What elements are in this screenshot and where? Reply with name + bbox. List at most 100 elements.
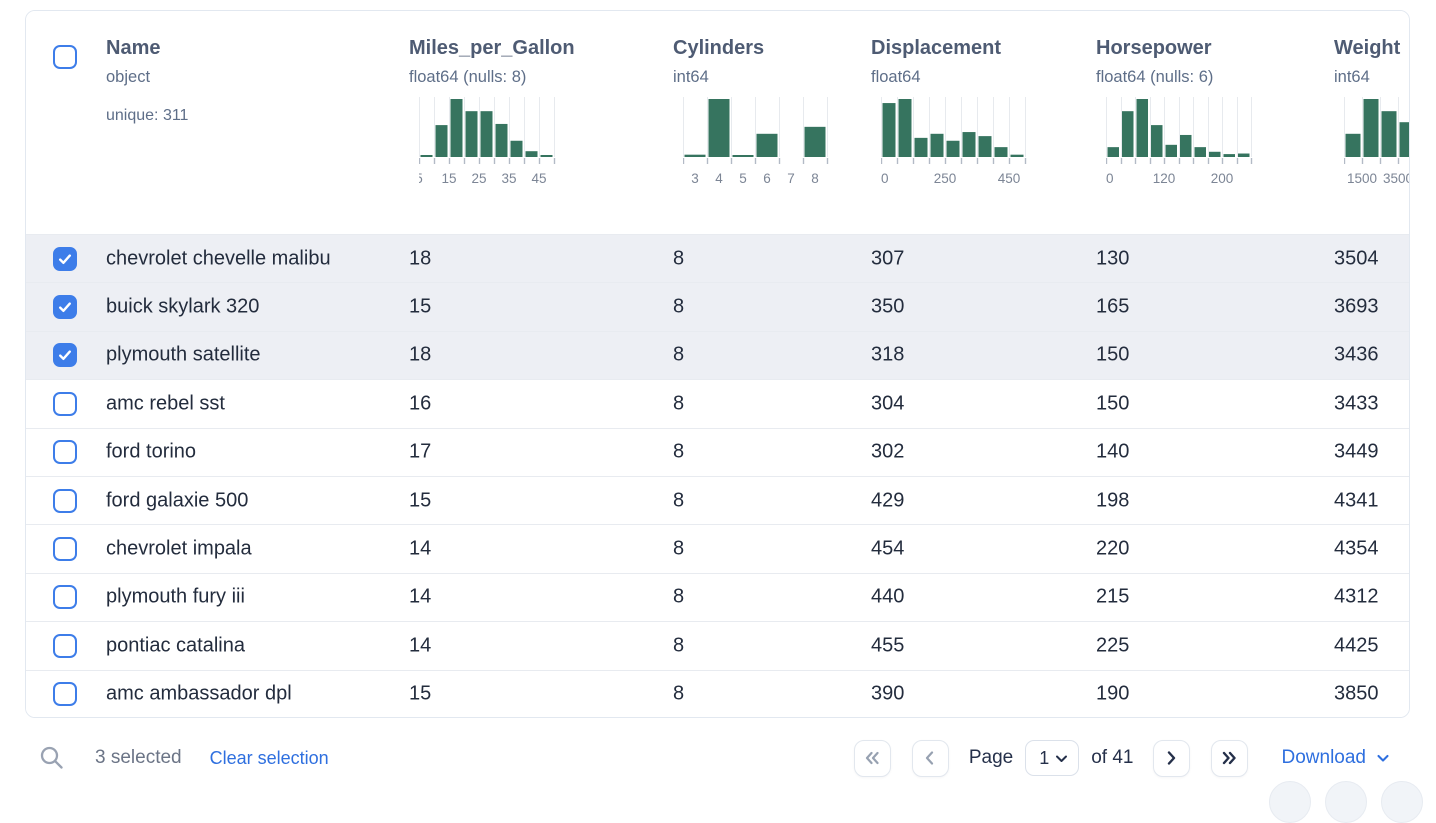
page-select[interactable]: 1 <box>1025 740 1079 776</box>
svg-text:6: 6 <box>763 171 771 186</box>
row-checkbox[interactable] <box>53 440 77 464</box>
cell-Cylinders: 8 <box>673 247 684 270</box>
next-page-button[interactable] <box>1153 740 1190 777</box>
clear-selection-link[interactable]: Clear selection <box>210 748 329 769</box>
row-checkbox[interactable] <box>53 634 77 658</box>
column-unique-count: unique: 311 <box>106 105 188 127</box>
svg-text:40: 40 <box>1106 171 1114 186</box>
svg-text:45: 45 <box>531 171 546 186</box>
histogram-Miles_per_Gallon[interactable]: 515253545 <box>419 97 556 191</box>
cell-Cylinders: 8 <box>673 441 684 464</box>
cell-Cylinders: 8 <box>673 489 684 512</box>
cell-Displacement: 350 <box>871 296 904 319</box>
column-dtype: object <box>106 65 188 89</box>
cell-Displacement: 440 <box>871 586 904 609</box>
search-icon <box>39 745 65 771</box>
cell-Weight: 3433 <box>1334 392 1379 415</box>
column-header-Weight: Weightint6415003500 <box>1334 35 1410 191</box>
row-checkbox[interactable] <box>53 343 77 367</box>
histogram-Weight[interactable]: 15003500 <box>1344 97 1410 191</box>
svg-text:3500: 3500 <box>1383 171 1410 186</box>
cell-Horsepower: 225 <box>1096 634 1129 657</box>
histogram-Horsepower[interactable]: 40120200 <box>1106 97 1253 191</box>
download-label: Download <box>1282 747 1367 769</box>
cell-Name: plymouth fury iii <box>106 586 245 609</box>
cell-Cylinders: 8 <box>673 683 684 706</box>
svg-text:50: 50 <box>881 171 889 186</box>
histogram-Displacement[interactable]: 50250450 <box>881 97 1027 191</box>
row-checkbox[interactable] <box>53 682 77 706</box>
chevron-down-icon <box>1375 750 1391 766</box>
histogram-Cylinders[interactable]: 345678 <box>683 97 829 191</box>
svg-text:25: 25 <box>471 171 486 186</box>
cell-Weight: 4354 <box>1334 538 1379 561</box>
chevron-right-icon <box>1161 748 1181 768</box>
pagination: Page 1 of 41 Download <box>854 740 1410 777</box>
page-total-label: of 41 <box>1091 747 1133 769</box>
cell-Cylinders: 8 <box>673 296 684 319</box>
cell-Weight: 4341 <box>1334 489 1379 512</box>
page-label: Page <box>969 747 1013 769</box>
cell-Horsepower: 220 <box>1096 538 1129 561</box>
cell-Name: amc rebel sst <box>106 392 225 415</box>
cell-Weight: 3850 <box>1334 683 1379 706</box>
cell-Displacement: 318 <box>871 344 904 367</box>
cell-Miles_per_Gallon: 14 <box>409 538 431 561</box>
cell-Name: ford torino <box>106 441 196 464</box>
floating-button-2[interactable] <box>1325 781 1367 823</box>
svg-text:15: 15 <box>441 171 456 186</box>
selected-count: 3 selected <box>95 747 182 769</box>
cell-Displacement: 302 <box>871 441 904 464</box>
svg-text:8: 8 <box>811 171 819 186</box>
row-checkbox[interactable] <box>53 489 77 513</box>
svg-text:4: 4 <box>715 171 723 186</box>
table-row: plymouth satellite1883181503436 <box>26 331 1409 379</box>
column-title: Horsepower <box>1096 35 1253 61</box>
cell-Displacement: 454 <box>871 538 904 561</box>
cell-Horsepower: 215 <box>1096 586 1129 609</box>
cell-Miles_per_Gallon: 17 <box>409 441 431 464</box>
row-checkbox[interactable] <box>53 295 77 319</box>
cell-Cylinders: 8 <box>673 344 684 367</box>
cell-Horsepower: 190 <box>1096 683 1129 706</box>
select-all-checkbox[interactable] <box>53 45 77 69</box>
chevron-down-icon <box>1054 751 1069 766</box>
cell-Weight: 3449 <box>1334 441 1379 464</box>
cell-Name: pontiac catalina <box>106 634 245 657</box>
cell-Name: plymouth satellite <box>106 344 261 367</box>
svg-text:3: 3 <box>691 171 699 186</box>
floating-button-3[interactable] <box>1381 781 1423 823</box>
cell-Miles_per_Gallon: 14 <box>409 634 431 657</box>
column-dtype: int64 <box>673 65 829 89</box>
svg-text:7: 7 <box>787 171 795 186</box>
row-checkbox[interactable] <box>53 247 77 271</box>
download-menu[interactable]: Download <box>1282 747 1392 769</box>
cell-Miles_per_Gallon: 15 <box>409 683 431 706</box>
column-header-Horsepower: Horsepower float64 (nulls: 6) 40120200 <box>1096 35 1253 191</box>
column-dtype: float64 <box>871 65 1027 89</box>
svg-text:450: 450 <box>998 171 1021 186</box>
cell-Horsepower: 140 <box>1096 441 1129 464</box>
table-row: pontiac catalina1484552254425 <box>26 621 1409 669</box>
table-row: amc rebel sst1683041503433 <box>26 379 1409 427</box>
column-title: Name <box>106 35 188 61</box>
cell-Miles_per_Gallon: 16 <box>409 392 431 415</box>
svg-text:200: 200 <box>1211 171 1234 186</box>
cell-Horsepower: 165 <box>1096 296 1129 319</box>
cell-Horsepower: 198 <box>1096 489 1129 512</box>
column-dtype: float64 (nulls: 6) <box>1096 65 1253 89</box>
floating-button-1[interactable] <box>1269 781 1311 823</box>
row-checkbox[interactable] <box>53 392 77 416</box>
first-page-button[interactable] <box>854 740 891 777</box>
column-title: Weight <box>1334 35 1410 61</box>
last-page-button[interactable] <box>1211 740 1248 777</box>
cell-Miles_per_Gallon: 14 <box>409 586 431 609</box>
cell-Weight: 3693 <box>1334 296 1379 319</box>
column-title: Displacement <box>871 35 1027 61</box>
search-button[interactable] <box>38 744 66 772</box>
cell-Miles_per_Gallon: 15 <box>409 296 431 319</box>
row-checkbox[interactable] <box>53 537 77 561</box>
prev-page-button[interactable] <box>912 740 949 777</box>
cell-Name: chevrolet chevelle malibu <box>106 247 331 270</box>
row-checkbox[interactable] <box>53 585 77 609</box>
